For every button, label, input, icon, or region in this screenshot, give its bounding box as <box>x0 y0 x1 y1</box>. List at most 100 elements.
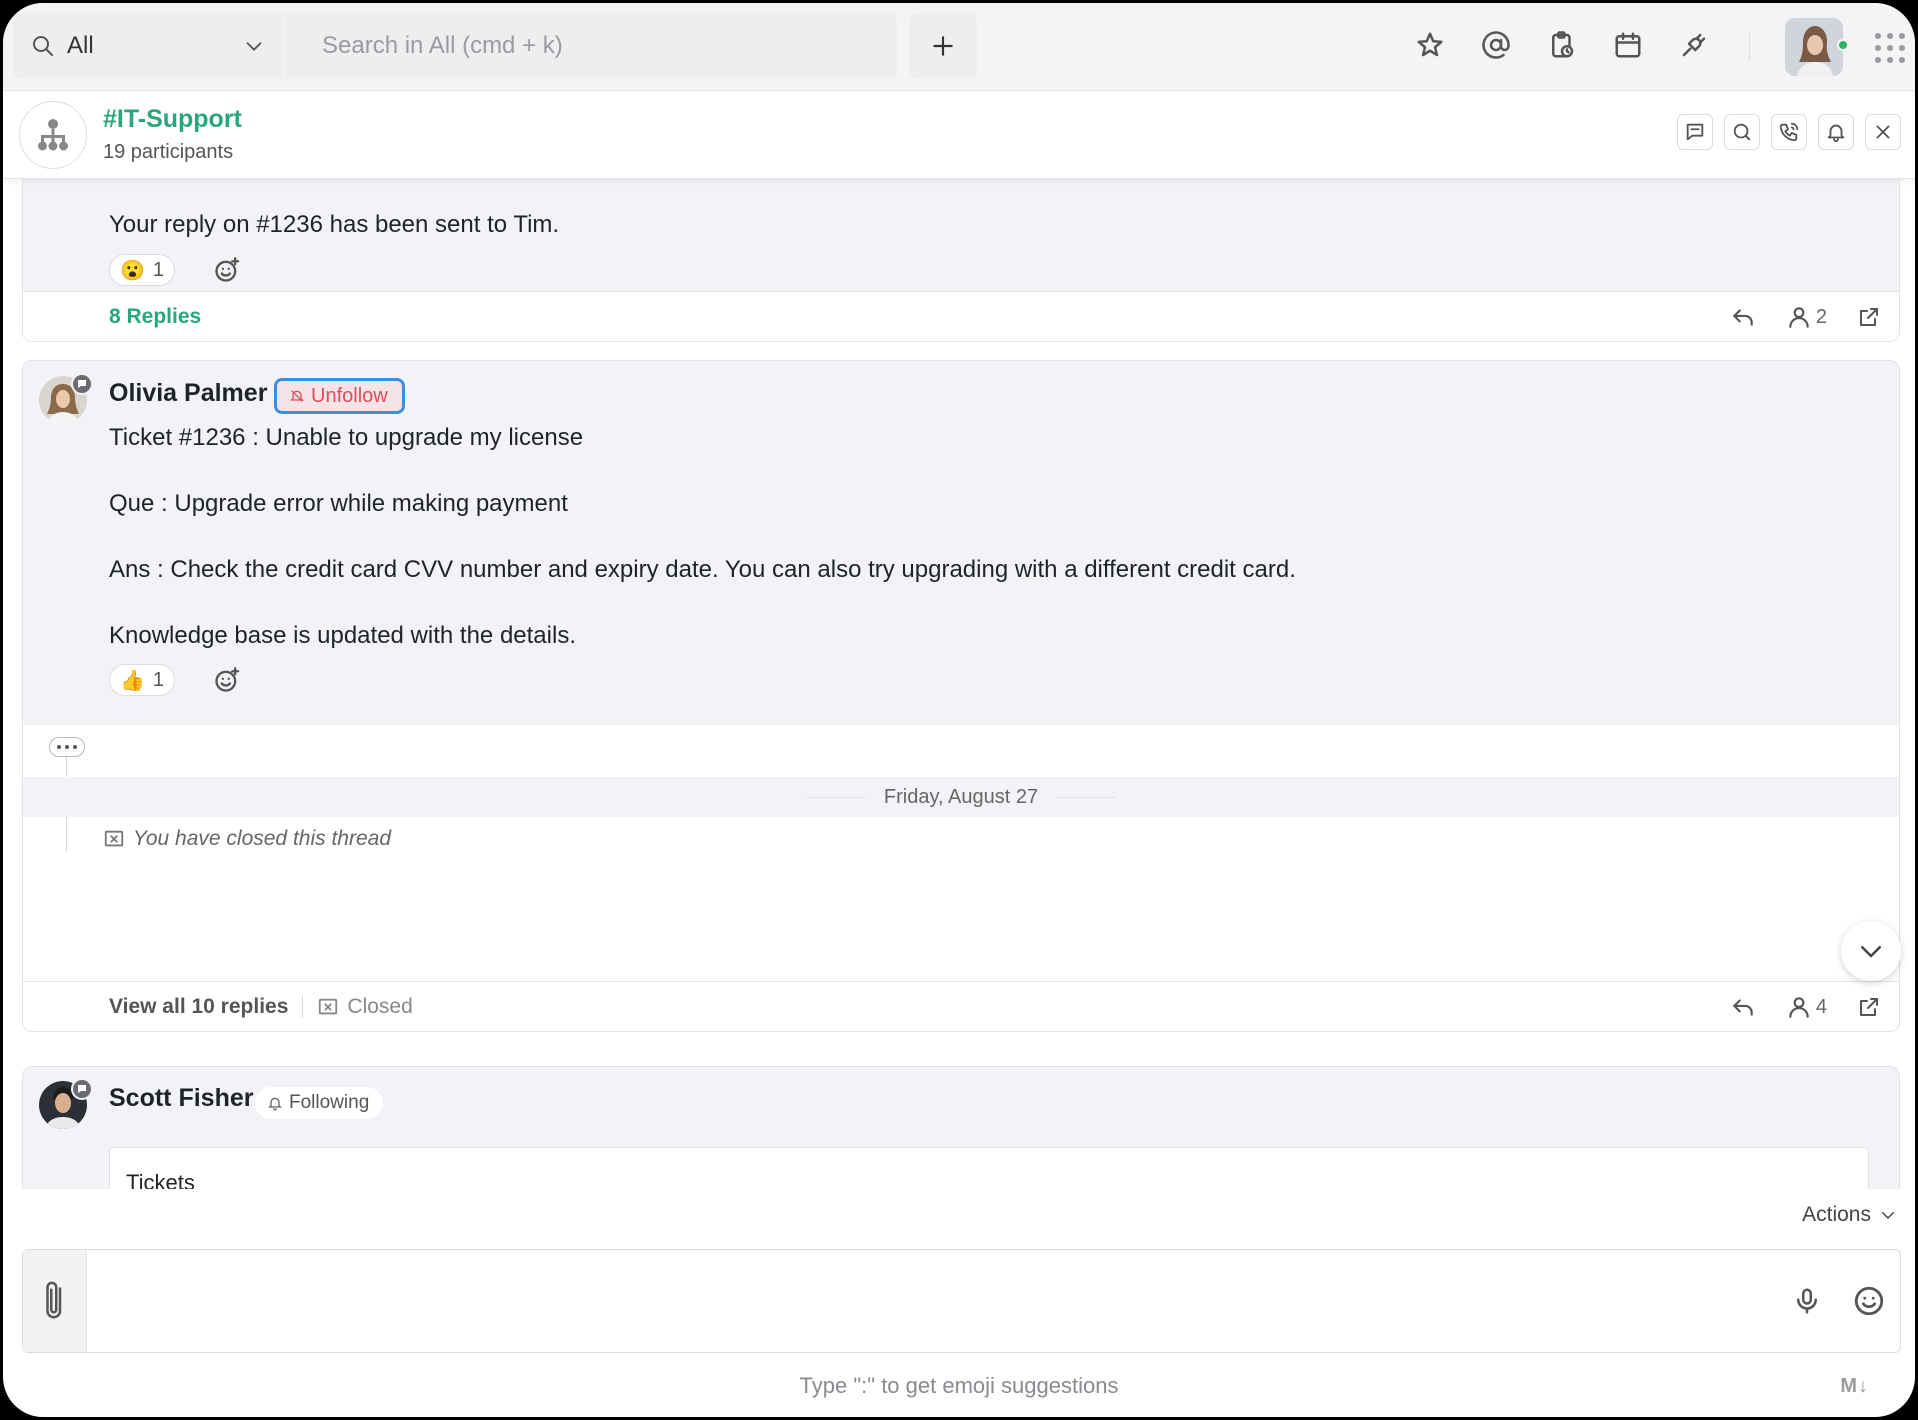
chat-badge-icon <box>71 1078 93 1100</box>
top-bar: All <box>3 3 1915 91</box>
participant-count: 2 <box>1815 305 1827 328</box>
integrations-button[interactable] <box>1677 25 1711 65</box>
message-text: Your reply on #1236 has been sent to Tim… <box>109 211 560 238</box>
new-item-button[interactable] <box>909 13 977 79</box>
closed-note-text: You have closed this thread <box>133 827 392 850</box>
scroll-to-bottom-button[interactable] <box>1841 921 1901 981</box>
attach-button[interactable] <box>23 1250 87 1352</box>
composer-hint: Type ":" to get emoji suggestions <box>799 1373 1119 1398</box>
reaction-chip[interactable]: 👍 1 <box>109 664 176 696</box>
open-in-new-icon[interactable] <box>1857 995 1881 1019</box>
following-button[interactable]: Following <box>255 1087 384 1119</box>
org-chart-icon <box>38 119 68 151</box>
tasks-button[interactable] <box>1545 25 1579 65</box>
search-scope-dropdown[interactable]: All <box>13 13 283 79</box>
search-scope-label: All <box>67 32 94 59</box>
paperclip-icon <box>45 1281 61 1319</box>
author-name[interactable]: Olivia Palmer <box>109 379 267 408</box>
markdown-icon[interactable]: M↓ <box>1840 1375 1869 1398</box>
chevron-down-icon <box>1861 946 1881 958</box>
app-window: All Search in All (cmd + k) #IT-Support … <box>3 3 1915 1417</box>
add-reaction-icon[interactable] <box>213 666 241 694</box>
emoji-icon[interactable] <box>1852 1284 1886 1318</box>
reply-icon[interactable] <box>1730 304 1756 330</box>
toolbar-divider <box>1749 31 1750 61</box>
expand-replies-button[interactable] <box>49 737 85 757</box>
message-line: Ticket #1236 : Unable to upgrade my lice… <box>109 424 584 451</box>
user-avatar[interactable] <box>1785 18 1843 76</box>
message-input[interactable] <box>99 1264 1779 1338</box>
clipboard-clock-icon <box>1552 31 1574 58</box>
person-icon <box>1789 307 1809 328</box>
calendar-button[interactable] <box>1611 25 1645 65</box>
message-line: Que : Upgrade error while making payment <box>109 490 568 517</box>
date-label: Friday, August 27 <box>883 785 1039 808</box>
reaction-emoji: 👍 <box>120 669 145 692</box>
app-switcher-icon[interactable] <box>1875 33 1905 63</box>
closed-thread-icon <box>104 830 124 847</box>
thread-participants[interactable]: 4 <box>1786 994 1827 1020</box>
bell-icon <box>1827 124 1845 143</box>
unfollow-button[interactable]: Unfollow <box>274 378 405 414</box>
add-reaction-icon[interactable] <box>213 256 241 284</box>
channel-name[interactable]: #IT-Support <box>103 105 242 134</box>
at-sign-icon <box>1482 31 1510 59</box>
channel-actions <box>1677 114 1901 150</box>
online-status-dot <box>1837 39 1849 51</box>
closed-thread-icon <box>319 998 338 1014</box>
preview-text: Tickets <box>126 1170 195 1189</box>
notifications-button[interactable] <box>1818 114 1854 150</box>
participant-count[interactable]: 19 participants <box>103 141 233 164</box>
person-icon <box>1789 997 1809 1018</box>
microphone-icon[interactable] <box>1792 1284 1822 1318</box>
chevron-down-icon <box>1882 1212 1894 1219</box>
message-line: Ans : Check the credit card CVV number a… <box>109 556 1296 583</box>
reaction-count: 1 <box>152 668 165 691</box>
participant-count: 4 <box>1815 995 1827 1018</box>
bell-off-icon <box>290 390 304 402</box>
search-input[interactable] <box>322 32 859 60</box>
message-composer <box>22 1249 1901 1353</box>
thread-footer-actions: 2 <box>1730 304 1881 330</box>
call-button[interactable] <box>1771 114 1807 150</box>
reaction-chip[interactable]: 😮 1 <box>109 254 176 286</box>
open-in-new-icon[interactable] <box>1857 305 1881 329</box>
replies-link[interactable]: 8 Replies <box>109 305 201 329</box>
reaction-emoji: 😮 <box>120 259 145 282</box>
system-note: You have closed this thread <box>103 827 391 851</box>
reaction-count: 1 <box>152 258 165 281</box>
view-replies-link[interactable]: View all 10 replies <box>109 995 288 1019</box>
close-icon <box>1876 125 1890 139</box>
starred-button[interactable] <box>1413 25 1447 65</box>
star-icon <box>1417 32 1443 57</box>
thread-footer-actions: 4 <box>1730 994 1881 1020</box>
channel-search-button[interactable] <box>1724 114 1760 150</box>
top-toolbar <box>1413 25 1711 65</box>
actions-dropdown[interactable]: Actions <box>1802 1203 1897 1227</box>
thread-participants[interactable]: 2 <box>1786 304 1827 330</box>
message-line: Knowledge base is updated with the detai… <box>109 622 576 649</box>
channel-avatar[interactable] <box>19 101 87 169</box>
channel-header: #IT-Support 19 participants <box>3 91 1915 179</box>
plus-icon <box>933 36 953 56</box>
search-icon <box>33 36 53 56</box>
following-label: Following <box>289 1092 370 1113</box>
thread-card: Your reply on #1236 has been sent to Tim… <box>22 179 1900 342</box>
thread-footer: 8 Replies 2 <box>23 291 1899 341</box>
chat-badge-icon <box>71 373 93 395</box>
threads-button[interactable] <box>1677 114 1713 150</box>
thread-card: Olivia Palmer Unfollow Ticket #1236 : Un… <box>22 360 1900 1032</box>
chevron-down-icon <box>246 42 262 51</box>
composer-tools <box>1792 1284 1886 1318</box>
actions-label: Actions <box>1802 1203 1871 1226</box>
date-divider: Friday, August 27 <box>23 777 1899 817</box>
chat-bubble-icon <box>1686 123 1704 141</box>
close-channel-button[interactable] <box>1865 114 1901 150</box>
reply-icon[interactable] <box>1730 994 1756 1020</box>
user-photo <box>1785 18 1843 76</box>
author-name[interactable]: Scott Fisher <box>109 1084 253 1113</box>
mentions-button[interactable] <box>1479 25 1513 65</box>
phone-call-icon <box>1779 122 1799 142</box>
thread-replies: Friday, August 27 You have closed this t… <box>23 725 1899 983</box>
thread-card: Scott Fisher Following Tickets <box>22 1066 1900 1189</box>
